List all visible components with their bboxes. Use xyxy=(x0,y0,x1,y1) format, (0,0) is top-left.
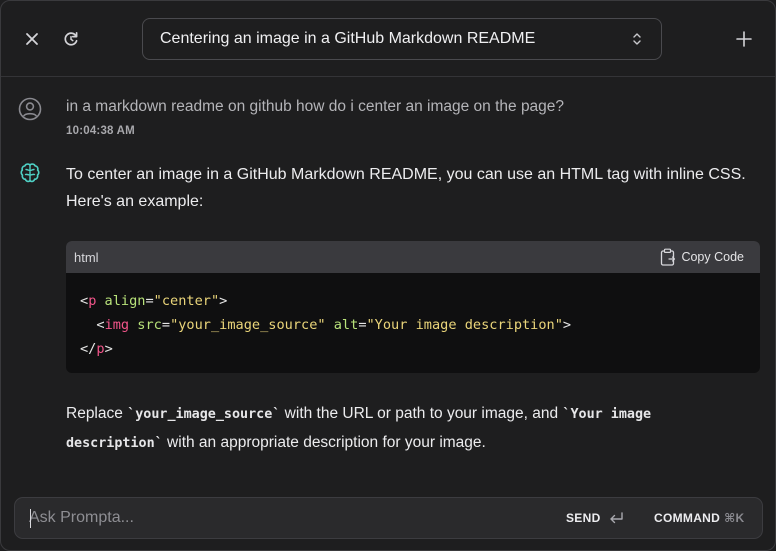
send-label: SEND xyxy=(566,511,601,525)
user-avatar-icon xyxy=(18,97,42,121)
prompta-window: Centering an image in a GitHub Markdown … xyxy=(0,0,776,551)
code-language-label: html xyxy=(74,249,99,265)
code-line: <p align="center"> xyxy=(80,293,228,309)
command-label: COMMAND xyxy=(654,511,721,525)
brain-icon xyxy=(20,163,40,183)
conversation-title: Centering an image in a GitHub Markdown … xyxy=(160,30,536,47)
prompt-bar: SEND COMMAND ⌘K xyxy=(14,497,763,539)
code-content: <p align="center"> <img src="your_image_… xyxy=(66,273,760,361)
message-timestamp: 10:04:38 AM xyxy=(66,125,135,137)
command-button[interactable]: COMMAND ⌘K xyxy=(654,498,745,538)
command-shortcut: ⌘K xyxy=(724,511,745,525)
assistant-intro-line: To center an image in a GitHub Markdown … xyxy=(66,166,746,183)
refresh-icon xyxy=(64,31,78,46)
code-line: <img src="your_image_source" alt="Your i… xyxy=(96,317,572,333)
history-button[interactable] xyxy=(57,25,85,53)
assistant-intro-line: Here's an example: xyxy=(66,193,204,210)
conversation-select[interactable]: Centering an image in a GitHub Markdown … xyxy=(142,18,662,60)
header-bar: Centering an image in a GitHub Markdown … xyxy=(1,1,775,77)
new-chat-button[interactable] xyxy=(730,25,758,53)
ask-input[interactable] xyxy=(29,498,529,538)
user-message-text: in a markdown readme on github how do i … xyxy=(66,98,565,115)
copy-code-label: Copy Code xyxy=(681,250,744,264)
inline-code: `your_image_source` xyxy=(127,407,281,422)
chevron-up-down-icon xyxy=(633,33,641,45)
assistant-outro: Replace `your_image_source` with the URL… xyxy=(66,405,652,451)
clipboard-icon xyxy=(661,248,676,266)
inline-code: description` xyxy=(66,436,163,451)
return-key-icon xyxy=(609,512,623,524)
code-block: html Copy Code <p align="center"> <img s… xyxy=(66,241,760,373)
assistant-intro: To center an image in a GitHub Markdown … xyxy=(66,161,756,215)
copy-code-button[interactable]: Copy Code xyxy=(660,248,744,266)
send-button[interactable]: SEND xyxy=(566,498,624,538)
code-line: </p> xyxy=(80,341,113,357)
code-block-header: html Copy Code xyxy=(66,241,760,273)
close-button[interactable] xyxy=(18,25,46,53)
inline-code: `Your image xyxy=(562,407,652,422)
plus-icon xyxy=(736,31,752,47)
close-icon xyxy=(26,33,38,45)
text-caret xyxy=(30,509,31,528)
